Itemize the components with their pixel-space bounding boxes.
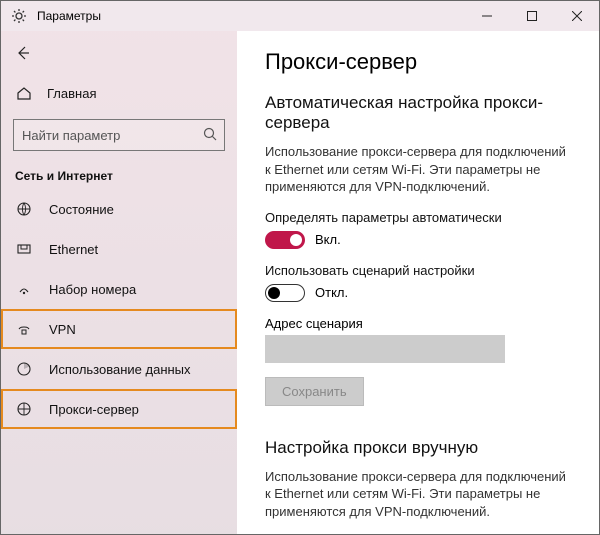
sidebar-category: Сеть и Интернет xyxy=(1,161,237,189)
sidebar-item-dialup[interactable]: Набор номера xyxy=(1,269,237,309)
sidebar-item-vpn[interactable]: VPN xyxy=(1,309,237,349)
page-title: Прокси-сервер xyxy=(265,49,575,75)
sidebar-item-ethernet[interactable]: Ethernet xyxy=(1,229,237,269)
sidebar-item-label: Набор номера xyxy=(49,282,136,297)
minimize-button[interactable] xyxy=(464,1,509,31)
search-icon xyxy=(203,127,217,141)
home-icon xyxy=(15,84,33,102)
manual-desc: Использование прокси-сервера для подключ… xyxy=(265,468,575,521)
sidebar-item-label: Ethernet xyxy=(49,242,98,257)
save-button[interactable]: Сохранить xyxy=(265,377,364,406)
script-address-input[interactable] xyxy=(265,335,505,363)
script-toggle[interactable] xyxy=(265,284,305,302)
dialup-icon xyxy=(15,280,33,298)
detect-state: Вкл. xyxy=(315,232,341,247)
window-title: Параметры xyxy=(37,9,101,23)
detect-label: Определять параметры автоматически xyxy=(265,210,575,225)
back-button[interactable] xyxy=(1,33,237,73)
sidebar-item-label: Прокси-сервер xyxy=(49,402,139,417)
detect-toggle-row: Вкл. xyxy=(265,231,575,249)
auto-desc: Использование прокси-сервера для подключ… xyxy=(265,143,575,196)
content: Прокси-сервер Автоматическая настройка п… xyxy=(237,31,599,534)
titlebar: Параметры xyxy=(1,1,599,31)
detect-toggle[interactable] xyxy=(265,231,305,249)
settings-window: Параметры Главная Сеть и Интернет Состоя xyxy=(0,0,600,535)
sidebar-item-proxy[interactable]: Прокси-сервер xyxy=(1,389,237,429)
search-input[interactable] xyxy=(13,119,225,151)
sidebar-home-label: Главная xyxy=(47,86,96,101)
close-button[interactable] xyxy=(554,1,599,31)
window-controls xyxy=(464,1,599,31)
script-state: Откл. xyxy=(315,285,348,300)
vpn-icon xyxy=(15,320,33,338)
manual-heading: Настройка прокси вручную xyxy=(265,438,575,458)
maximize-button[interactable] xyxy=(509,1,554,31)
ethernet-icon xyxy=(15,240,33,258)
search-wrap xyxy=(13,119,225,151)
body: Главная Сеть и Интернет Состояние Ethern… xyxy=(1,31,599,534)
script-label: Использовать сценарий настройки xyxy=(265,263,575,278)
sidebar-item-label: Использование данных xyxy=(49,362,191,377)
auto-heading: Автоматическая настройка прокси-сервера xyxy=(265,93,575,133)
data-usage-icon xyxy=(15,360,33,378)
sidebar-item-data-usage[interactable]: Использование данных xyxy=(1,349,237,389)
status-icon xyxy=(15,200,33,218)
gear-icon xyxy=(11,8,27,24)
toggle-knob xyxy=(268,287,280,299)
sidebar: Главная Сеть и Интернет Состояние Ethern… xyxy=(1,31,237,534)
sidebar-item-home[interactable]: Главная xyxy=(1,73,237,113)
sidebar-item-label: VPN xyxy=(49,322,76,337)
address-label: Адрес сценария xyxy=(265,316,575,331)
back-arrow-icon xyxy=(15,45,31,61)
toggle-knob xyxy=(290,234,302,246)
script-toggle-row: Откл. xyxy=(265,284,575,302)
proxy-icon xyxy=(15,400,33,418)
sidebar-item-label: Состояние xyxy=(49,202,114,217)
sidebar-item-status[interactable]: Состояние xyxy=(1,189,237,229)
